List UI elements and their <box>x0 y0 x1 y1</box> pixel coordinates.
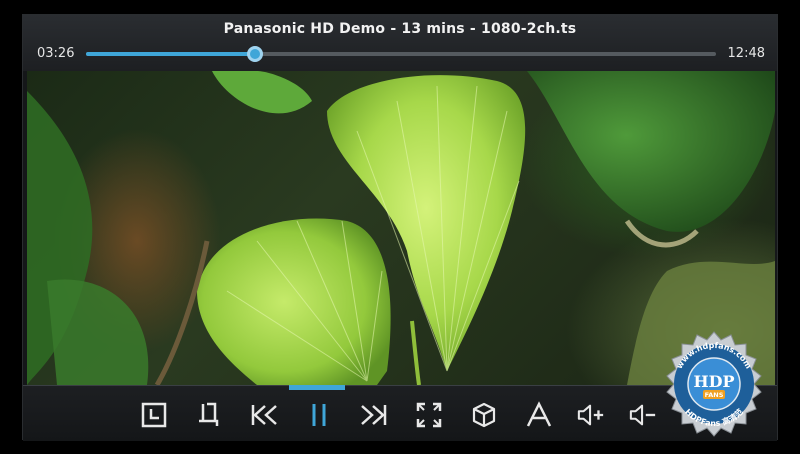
3d-button[interactable] <box>467 398 501 432</box>
hdpfans-watermark: www.hdpfans.com HDPFans 高清范 HDP FANS <box>660 330 768 438</box>
previous-button[interactable] <box>247 398 281 432</box>
text-a-icon <box>526 401 552 427</box>
pause-button[interactable] <box>302 398 336 432</box>
pause-icon <box>312 404 326 426</box>
focus-indicator <box>289 385 345 390</box>
subtitle-button[interactable] <box>522 398 556 432</box>
next-button[interactable] <box>357 398 391 432</box>
top-info-bar: Panasonic HD Demo - 13 mins - 1080-2ch.t… <box>23 15 777 71</box>
volume-minus-icon <box>629 404 656 426</box>
crop-icon <box>199 402 219 426</box>
skip-forward-icon <box>361 405 387 425</box>
cube-icon <box>472 402 496 428</box>
seek-bar[interactable] <box>86 46 716 62</box>
skip-back-icon <box>251 405 277 425</box>
clock-icon <box>141 402 167 428</box>
crop-button[interactable] <box>192 398 226 432</box>
watermark-badge: FANS <box>705 391 724 399</box>
total-time: 12:48 <box>727 46 765 61</box>
video-title: Panasonic HD Demo - 13 mins - 1080-2ch.t… <box>223 21 577 37</box>
elapsed-time: 03:26 <box>37 46 75 61</box>
volume-down-button[interactable] <box>626 398 660 432</box>
sleep-timer-button[interactable] <box>137 398 171 432</box>
volume-plus-icon <box>577 404 604 426</box>
fullscreen-icon <box>416 402 442 428</box>
volume-up-button[interactable] <box>574 398 608 432</box>
watermark-logo-text: HDP <box>693 372 734 391</box>
hdpfans-seal-icon: www.hdpfans.com HDPFans 高清范 HDP FANS <box>666 331 762 437</box>
seek-bar-thumb[interactable] <box>246 46 263 62</box>
seek-bar-progress <box>86 52 255 56</box>
fullscreen-button[interactable] <box>412 398 446 432</box>
